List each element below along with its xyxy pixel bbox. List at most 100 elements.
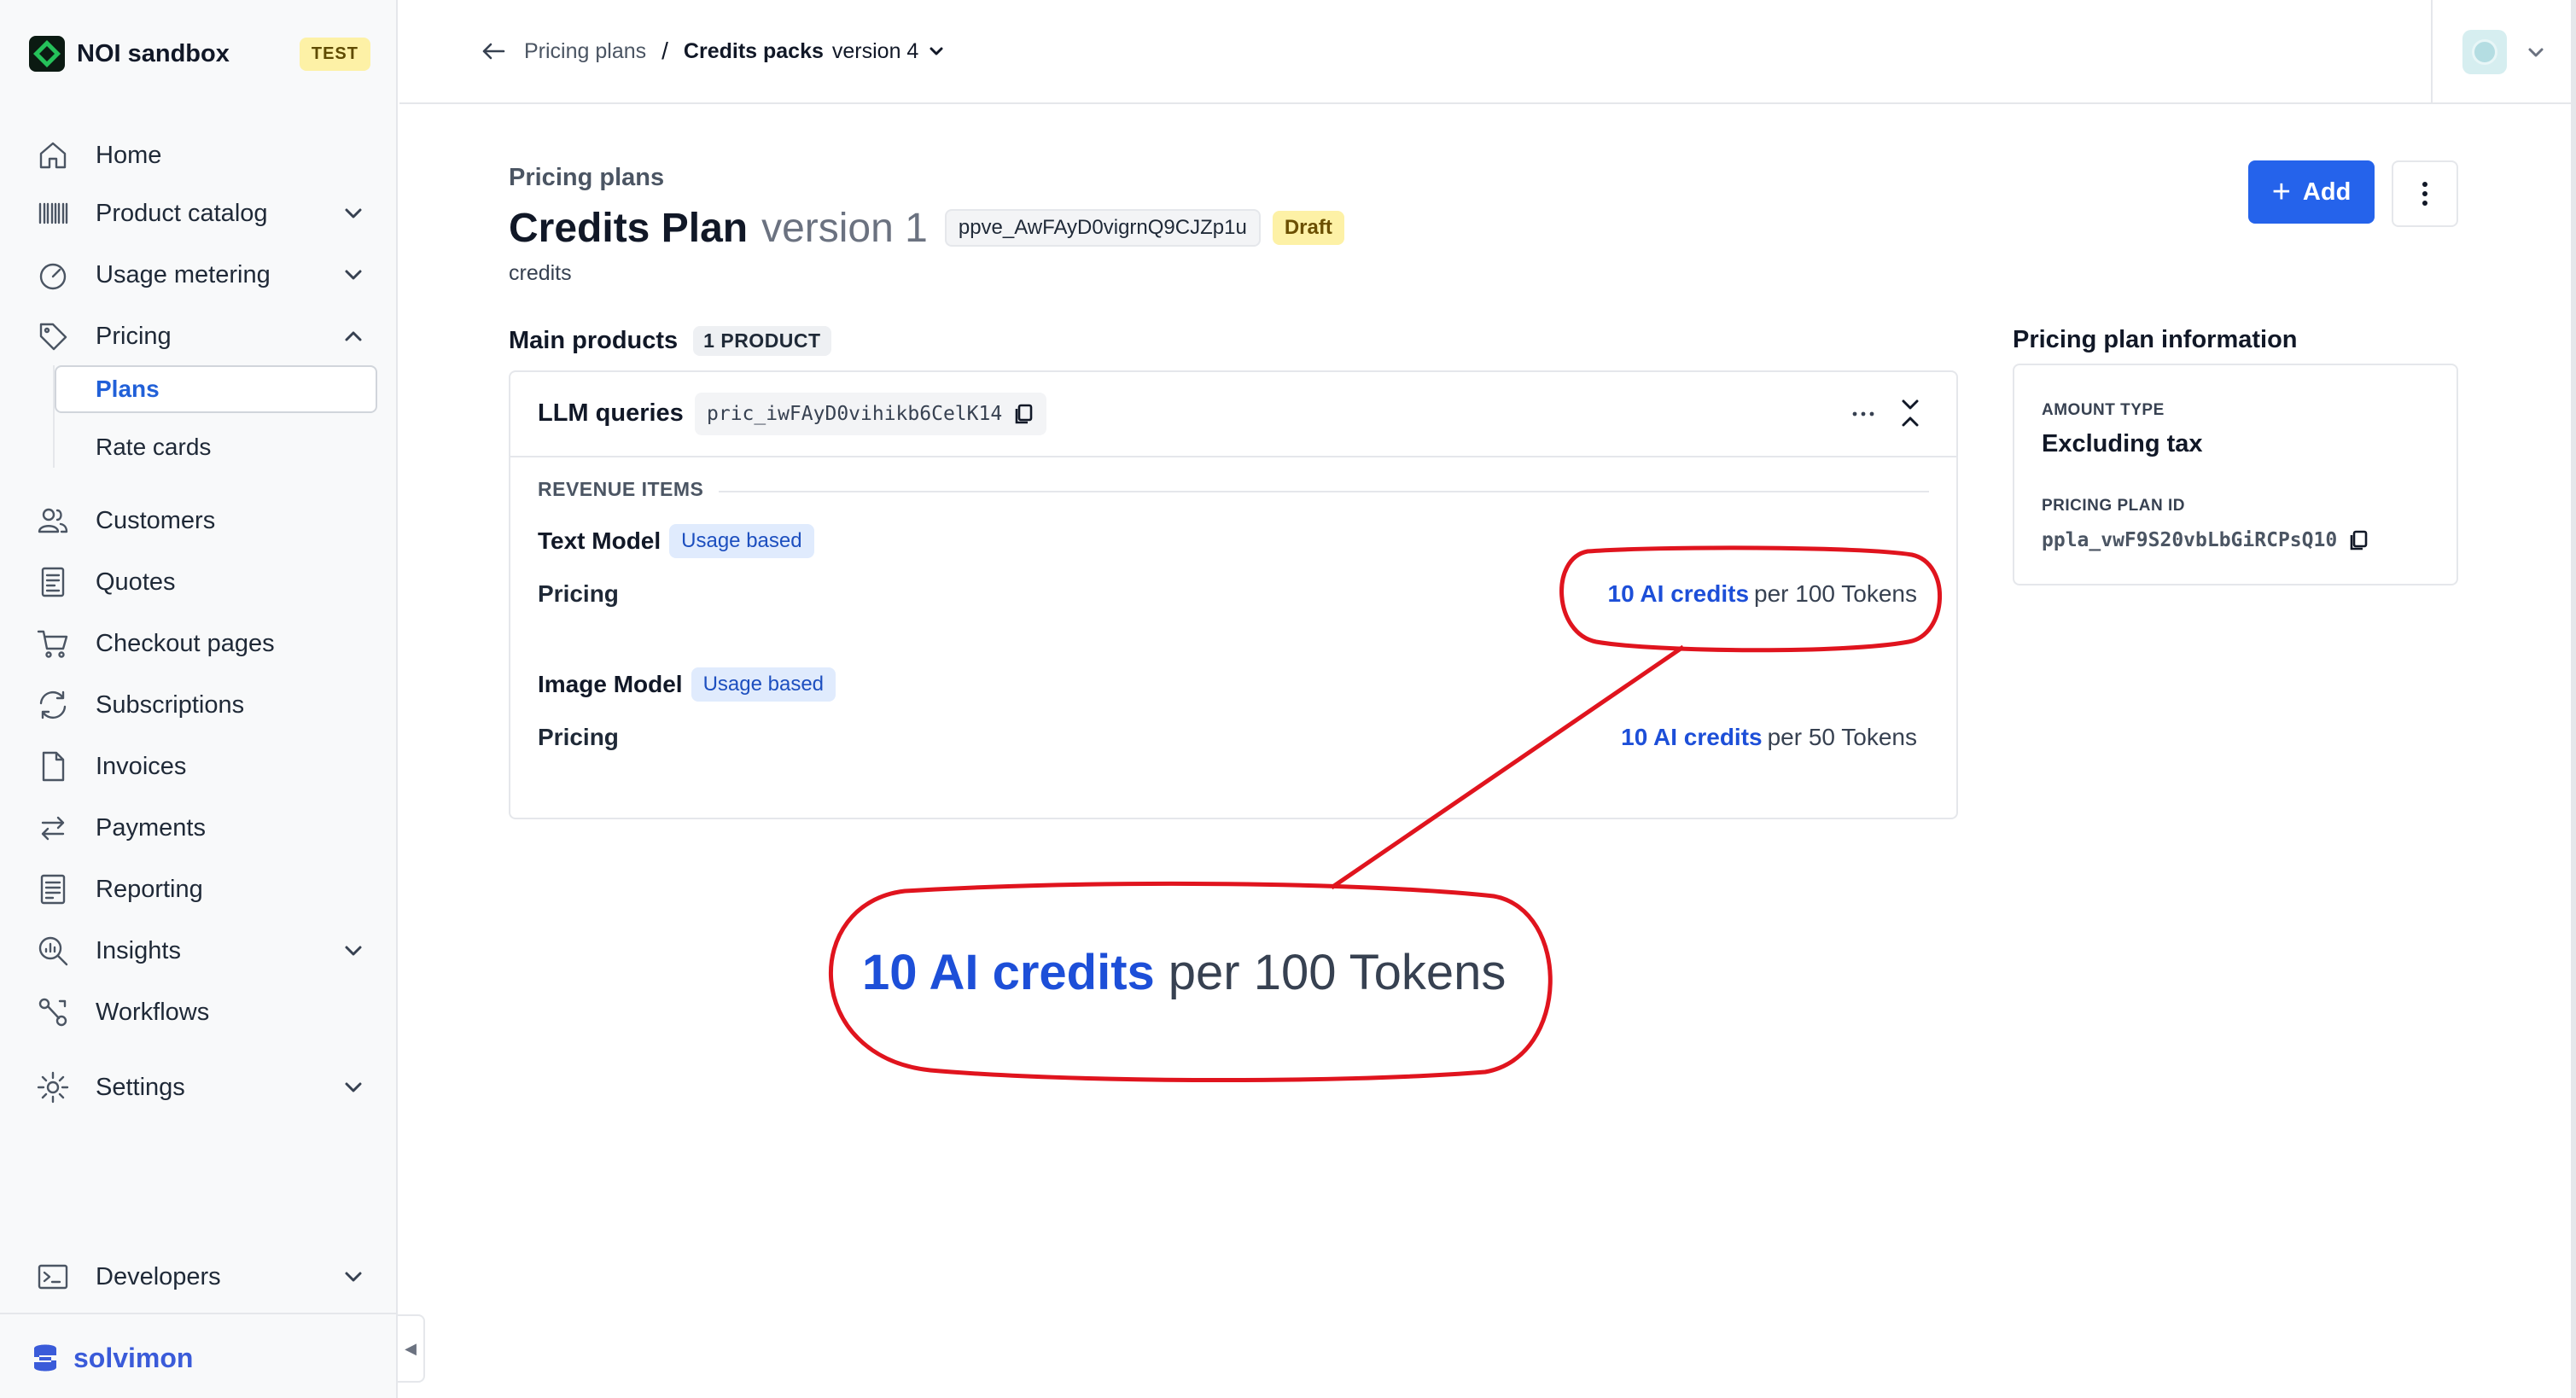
page-version: version 1 [761,205,928,251]
revenue-item-name: Text Model Usage based [538,524,814,558]
users-icon [34,502,72,539]
add-button[interactable]: + Add [2248,160,2375,224]
price-amount[interactable]: 10 AI credits [1608,580,1749,607]
chevron-down-icon [341,1265,365,1289]
revenue-item-title: Text Model [538,527,661,554]
nav-label: Settings [96,1073,185,1101]
product-count-badge: 1 PRODUCT [693,326,831,356]
barcode-icon [34,195,72,232]
revenue-item-title: Image Model [538,671,683,697]
terminal-icon [34,1258,72,1296]
price-id-text: pric_iwFAyD0vihikb6CelK14 [707,403,1003,425]
nav-item-checkout-pages[interactable]: Checkout pages [34,620,374,667]
org-logo-icon [29,36,65,72]
chevron-down-icon [341,939,365,963]
tag-icon [34,317,72,355]
plan-id-text: ppla_vwF9S20vbLbGiRCPsQ10 [2042,529,2338,551]
nav-item-developers[interactable]: Developers [34,1253,374,1301]
ellipsis-icon[interactable] [1850,401,1876,427]
report-icon [34,871,72,908]
nav-label: Home [96,141,162,169]
org-name: NOI sandbox [77,39,230,67]
annotation-rate: per 100 Tokens [1168,945,1507,1000]
more-options-button[interactable] [2392,160,2458,227]
file-icon [34,748,72,785]
nav-item-reporting[interactable]: Reporting [34,865,374,913]
brand: solvimon [27,1340,193,1376]
brand-name: solvimon [73,1342,194,1373]
price-rate: per 50 Tokens [1767,724,1917,750]
workflow-icon [34,993,72,1031]
chevron-down-icon [341,1075,365,1099]
breadcrumb: Pricing plans / Credits packs version 4 [480,38,946,65]
plan-id-label: PRICING PLAN ID [2042,497,2185,515]
breadcrumb-version[interactable]: version 4 [832,39,918,64]
gauge-icon [34,256,72,294]
nav-item-insights[interactable]: Insights [34,927,374,975]
refresh-icon [34,686,72,724]
nav-label: Insights [96,936,181,964]
revenue-items-label: REVENUE ITEMS [538,478,704,500]
sidebar-collapse-button[interactable]: ◀ [398,1314,425,1383]
window-edge [2571,0,2576,1398]
price-value: 10 AI credits per 50 Tokens [1621,724,1917,751]
env-badge: TEST [299,38,370,71]
nav-item-workflows[interactable]: Workflows [34,988,374,1036]
page-title: Credits Plan [509,205,749,251]
plan-info-card: AMOUNT TYPE Excluding tax PRICING PLAN I… [2013,364,2458,585]
chevron-down-icon [341,201,365,225]
collapse-icon[interactable] [1897,396,1924,430]
annotation-zoom-text: 10 AI credits per 100 Tokens [862,944,1506,1001]
nav-item-customers[interactable]: Customers [34,497,374,545]
nav-label: Usage metering [96,260,271,288]
nav-item-pricing[interactable]: Pricing [34,312,374,360]
plan-info-title: Pricing plan information [2013,326,2298,353]
kebab-menu-icon [2422,182,2427,206]
price-rate: per 100 Tokens [1754,580,1917,607]
gear-icon [34,1069,72,1106]
nav-item-payments[interactable]: Payments [34,804,374,852]
insights-icon [34,932,72,970]
nav-label: Pricing [96,322,172,350]
org-switcher[interactable]: NOI sandbox TEST [29,34,370,73]
breadcrumb-parent[interactable]: Pricing plans [524,39,646,64]
copy-icon[interactable] [2347,529,2369,551]
user-menu[interactable] [2431,0,2576,104]
topbar: Pricing plans / Credits packs version 4 [399,0,2576,104]
home-icon [34,137,72,174]
quote-doc-icon [34,563,72,601]
annotation-amount: 10 AI credits [862,945,1155,1000]
nav-label: Subscriptions [96,690,245,719]
nav-item-product-catalog[interactable]: Product catalog [34,189,374,237]
pricing-label: Pricing [538,580,619,607]
nav-label: Payments [96,813,206,842]
nav-item-subscriptions[interactable]: Subscriptions [34,681,374,729]
copy-icon[interactable] [1012,403,1034,425]
sub-nav-rate-cards[interactable]: Rate cards [55,423,377,471]
nav-item-settings[interactable]: Settings [34,1063,374,1111]
page-eyebrow: Pricing plans [509,164,665,191]
back-arrow-icon[interactable] [480,38,507,65]
sub-nav-plans[interactable]: Plans [55,365,377,413]
chevron-down-icon[interactable] [927,42,946,61]
product-card: LLM queries pric_iwFAyD0vihikb6CelK14 RE… [509,370,1958,819]
plan-code: credits [509,261,572,285]
nav-label: Developers [96,1262,221,1290]
nav-item-invoices[interactable]: Invoices [34,743,374,790]
nav-label: Quotes [96,568,176,596]
nav-item-quotes[interactable]: Quotes [34,558,374,606]
nav-item-usage-metering[interactable]: Usage metering [34,251,374,299]
avatar [2462,30,2507,74]
nav-item-home[interactable]: Home [34,131,374,179]
transfer-icon [34,809,72,847]
sidebar: NOI sandbox TEST Home Product catalog Us… [0,0,398,1398]
solvimon-logo-icon [34,1344,56,1372]
nav-label: Reporting [96,875,203,903]
page-title-row: Credits Plan version 1 ppve_AwFAyD0vigrn… [509,201,1344,254]
nav-label: Product catalog [96,199,268,227]
usage-based-badge: Usage based [669,524,814,558]
sidebar-footer: solvimon [0,1313,398,1398]
price-amount[interactable]: 10 AI credits [1621,724,1762,750]
product-name: LLM queries [538,399,684,427]
pricing-label: Pricing [538,724,619,750]
